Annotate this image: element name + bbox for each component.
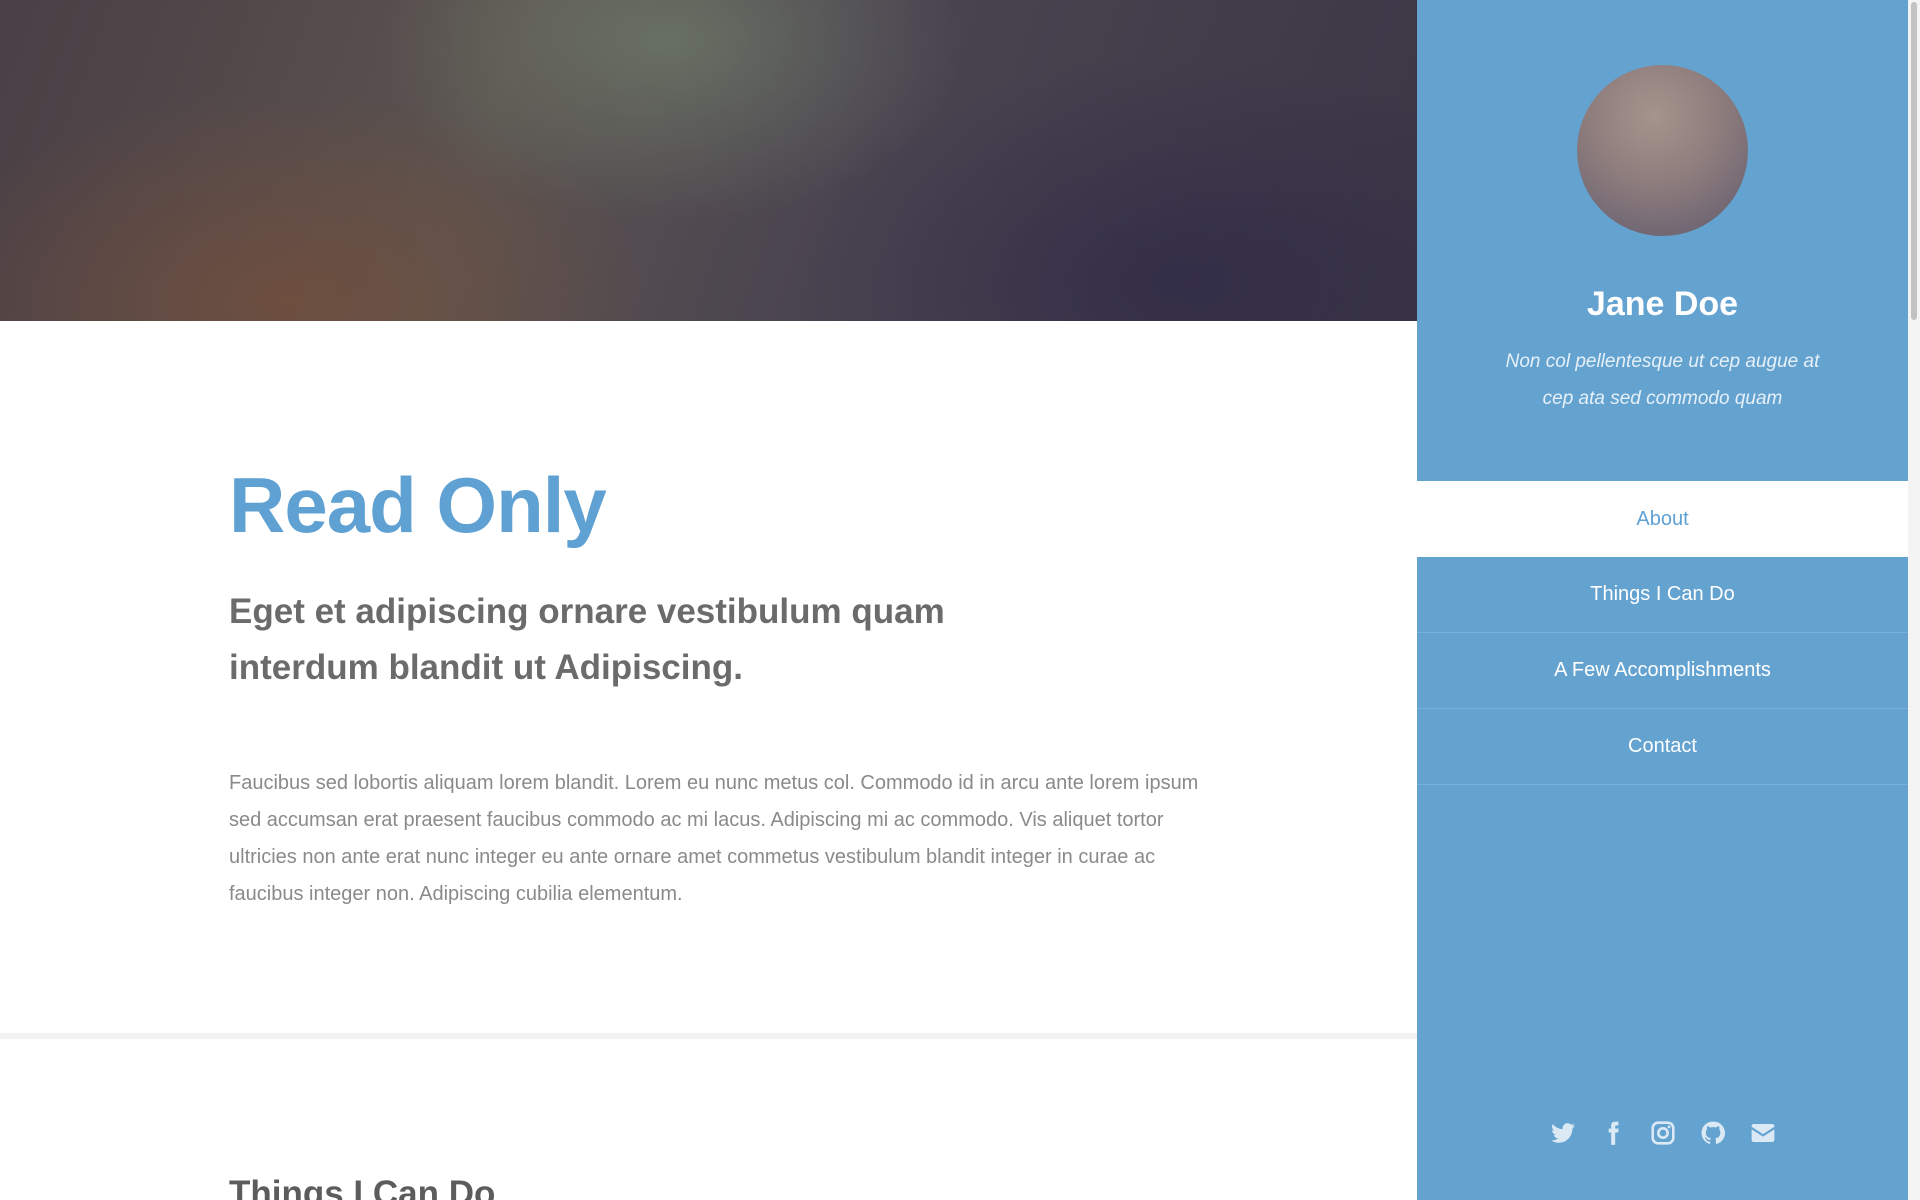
page-title: Read Only: [229, 461, 607, 549]
section-divider: [0, 1033, 1417, 1039]
social-links: [1417, 1120, 1908, 1146]
about-body-text: Faucibus sed lobortis aliquam lorem blan…: [229, 772, 1199, 905]
twitter-icon[interactable]: [1550, 1120, 1576, 1146]
header-banner-image: [0, 0, 1417, 321]
sidebar: Jane Doe Non col pellentesque ut cep aug…: [1417, 0, 1908, 1200]
nav-item-about[interactable]: About: [1417, 481, 1908, 557]
github-icon[interactable]: [1700, 1120, 1726, 1146]
nav-item-things-i-can-do[interactable]: Things I Can Do: [1417, 557, 1908, 633]
envelope-icon[interactable]: [1750, 1120, 1776, 1146]
about-subtitle: Eget et adipiscing ornare vestibulum qua…: [229, 592, 945, 687]
things-i-can-do-heading: Things I Can Do: [229, 1174, 496, 1200]
sidebar-nav: About Things I Can Do A Few Accomplishme…: [1417, 481, 1908, 785]
facebook-icon[interactable]: [1600, 1120, 1626, 1146]
about-section: Read Only Eget et adipiscing ornare vest…: [229, 460, 1209, 913]
scrollbar-thumb[interactable]: [1911, 2, 1917, 320]
nav-item-contact[interactable]: Contact: [1417, 709, 1908, 785]
nav-item-a-few-accomplishments[interactable]: A Few Accomplishments: [1417, 633, 1908, 709]
avatar: [1577, 65, 1748, 236]
main-content: Read Only Eget et adipiscing ornare vest…: [0, 0, 1417, 1200]
instagram-icon[interactable]: [1650, 1120, 1676, 1146]
profile-tagline: Non col pellentesque ut cep augue at cep…: [1505, 351, 1820, 409]
profile-name: Jane Doe: [1586, 285, 1739, 323]
page-scrollbar[interactable]: [1908, 0, 1920, 1200]
